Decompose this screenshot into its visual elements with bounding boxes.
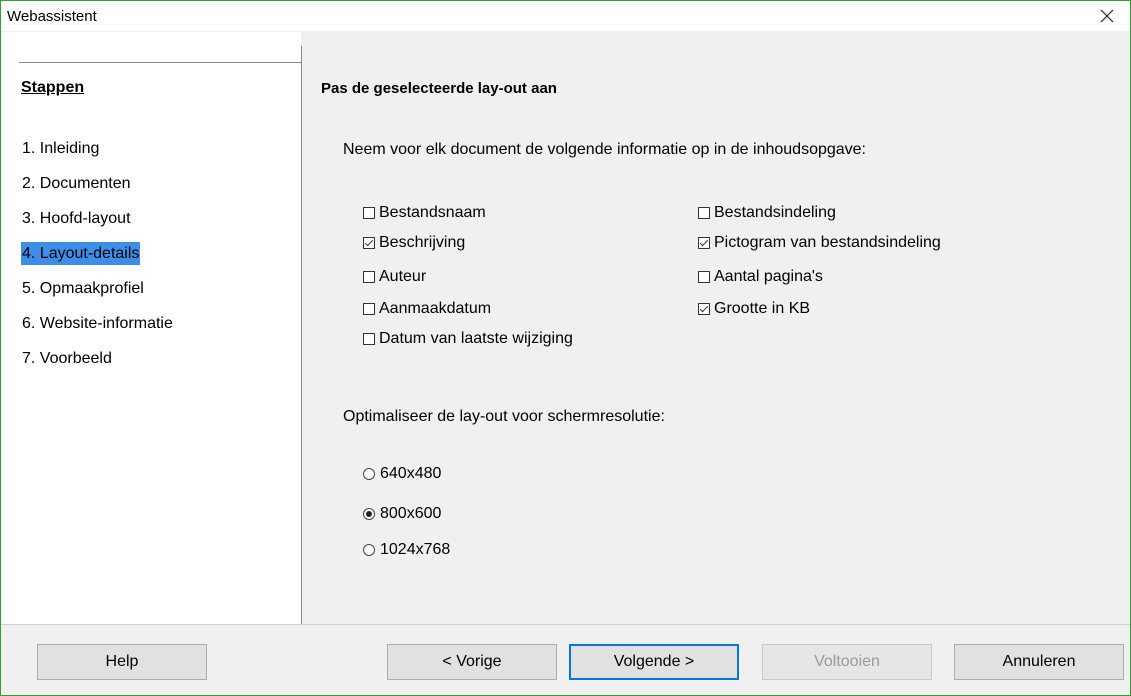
panel-divider [301,46,302,624]
checkbox-label: Aanmaakdatum [379,300,492,317]
cancel-button[interactable]: Annuleren [954,644,1124,680]
step-item-hoofd-layout[interactable]: 3. Hoofd-layout [21,207,132,230]
checkbox-grootte-kb[interactable]: Grootte in KB [698,300,810,318]
checkbox-box[interactable] [363,271,375,283]
checkbox-label: Auteur [379,268,427,285]
checkbox-label: Bestandsnaam [379,204,486,221]
checkbox-box[interactable] [363,207,375,219]
step-item-inleiding[interactable]: 1. Inleiding [21,137,100,160]
resolution-label: Optimaliseer de lay-out voor schermresol… [343,408,665,425]
checkbox-box[interactable] [363,333,375,345]
radio-640x480[interactable]: 640x480 [363,465,441,483]
checkbox-label: Bestandsindeling [714,204,836,221]
checkbox-aanmaakdatum[interactable]: Aanmaakdatum [363,300,491,318]
checkbox-auteur[interactable]: Auteur [363,268,426,286]
radio-800x600[interactable]: 800x600 [363,505,441,523]
steps-header-divider [19,62,301,63]
checkbox-box[interactable] [698,303,710,315]
checkbox-box[interactable] [363,303,375,315]
checkbox-aantal-paginas[interactable]: Aantal pagina's [698,268,823,286]
intro-text: Neem voor elk document de volgende infor… [343,141,866,158]
radio-1024x768[interactable]: 1024x768 [363,541,450,559]
checkbox-bestandsindeling[interactable]: Bestandsindeling [698,204,836,222]
checkbox-box[interactable] [363,237,375,249]
checkbox-box[interactable] [698,207,710,219]
checkbox-label: Pictogram van bestandsindeling [714,234,941,251]
checkbox-datum-laatste-wijziging[interactable]: Datum van laatste wijziging [363,330,573,348]
step-item-voorbeeld[interactable]: 7. Voorbeeld [21,347,113,370]
next-button[interactable]: Volgende > [569,644,739,680]
radio-circle[interactable] [363,468,375,480]
checkbox-pictogram-bestandsindeling[interactable]: Pictogram van bestandsindeling [698,234,941,252]
wizard-window: Webassistent Stappen 1. Inleiding 2. Doc… [0,0,1131,696]
radio-label: 640x480 [380,465,442,482]
radio-circle[interactable] [363,544,375,556]
step-item-website-informatie[interactable]: 6. Website-informatie [21,312,174,335]
help-button[interactable]: Help [37,644,207,680]
title-bar: Webassistent [1,1,1130,31]
close-button[interactable] [1084,1,1130,31]
checkbox-label: Aantal pagina's [714,268,823,285]
previous-button[interactable]: < Vorige [387,644,557,680]
checkbox-label: Grootte in KB [714,300,811,317]
page-title: Pas de geselecteerde lay-out aan [321,80,557,97]
steps-heading: Stappen [21,79,85,96]
close-icon [1100,9,1114,23]
step-item-documenten[interactable]: 2. Documenten [21,172,132,195]
step-item-opmaakprofiel[interactable]: 5. Opmaakprofiel [21,277,145,300]
checkbox-beschrijving[interactable]: Beschrijving [363,234,465,252]
checkbox-label: Beschrijving [379,234,466,251]
checkbox-label: Datum van laatste wijziging [379,330,573,347]
footer-divider [1,624,1130,625]
window-title: Webassistent [7,8,97,25]
step-item-layout-details[interactable]: 4. Layout-details [21,242,141,265]
checkbox-box[interactable] [698,237,710,249]
radio-label: 1024x768 [380,541,451,558]
radio-circle[interactable] [363,508,375,520]
radio-label: 800x600 [380,505,442,522]
checkbox-bestandsnaam[interactable]: Bestandsnaam [363,204,486,222]
checkbox-box[interactable] [698,271,710,283]
finish-button[interactable]: Voltooien [762,644,932,680]
